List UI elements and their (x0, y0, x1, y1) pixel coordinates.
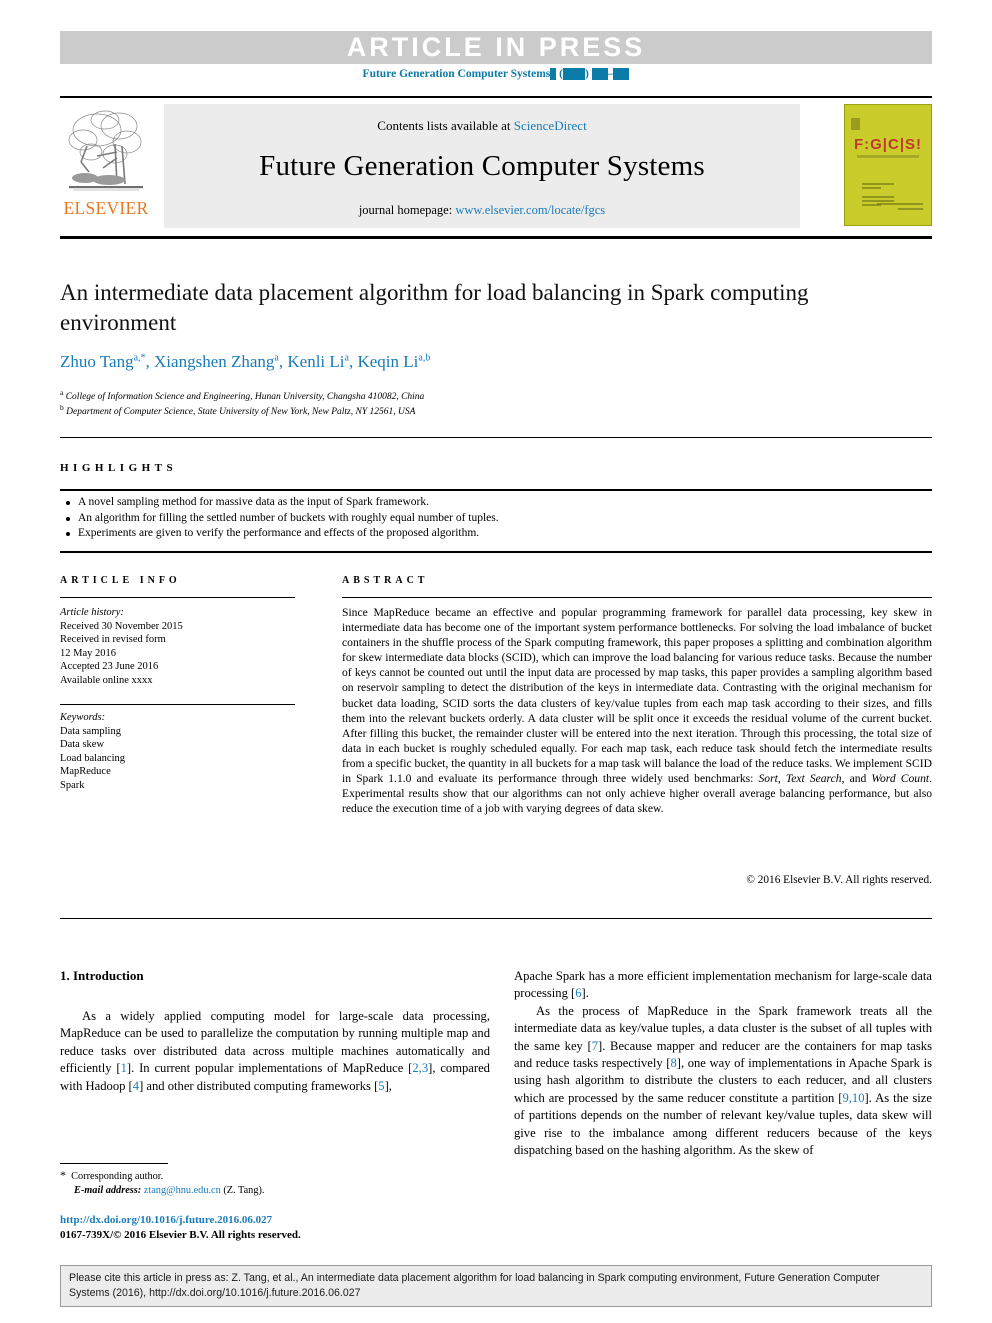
benchmark-text-search: Text Search (785, 772, 842, 786)
article-history-line: 12 May 2016 (60, 647, 116, 659)
journal-reference-line: Future Generation Computer Systems ( ) – (0, 68, 992, 80)
abstract-heading: ABSTRACT (342, 575, 429, 586)
highlights-list: A novel sampling method for massive data… (64, 495, 924, 542)
article-history-block: Article history: Received 30 November 20… (60, 606, 300, 687)
list-item: An algorithm for filling the settled num… (64, 511, 924, 527)
email-line: E-mail address: ztang@hnu.edu.cn (Z. Tan… (60, 1184, 490, 1198)
list-item: Experiments are given to verify the perf… (64, 526, 924, 542)
keyword-item: Spark (60, 779, 85, 791)
footnote-divider (60, 1163, 168, 1164)
article-in-press-title: ARTICLE IN PRESS (346, 32, 646, 62)
paragraph: As a widely applied computing model for … (60, 1009, 490, 1093)
elsevier-logo: ELSEVIER (60, 104, 152, 228)
citation-ref[interactable]: 7 (592, 1039, 598, 1053)
keyword-item: Data skew (60, 739, 105, 750)
footnote-block: * Corresponding author. E-mail address: … (60, 1168, 490, 1198)
body-column-right: Apache Spark has a more efficient implem… (514, 968, 932, 1159)
elsevier-tree-icon (67, 106, 145, 198)
cover-top-strip (850, 110, 926, 117)
cover-elsevier-tree-icon (851, 118, 860, 130)
issn-copyright-line: 0167-739X/© 2016 Elsevier B.V. All right… (60, 1228, 301, 1241)
paragraph: As the process of MapReduce in the Spark… (514, 1003, 932, 1158)
contents-available-line: Contents lists available at ScienceDirec… (164, 118, 800, 134)
abstract-copyright: © 2016 Elsevier B.V. All rights reserved… (746, 874, 932, 886)
highlights-top-divider (60, 437, 932, 438)
email-label: E-mail address: (74, 1185, 142, 1196)
keyword-item: Data sampling (60, 725, 121, 737)
contents-available-text: Contents lists available at (377, 118, 514, 133)
benchmark-sort: Sort (758, 772, 778, 786)
section-heading-introduction: 1. Introduction (60, 968, 144, 983)
journal-homepage-link[interactable]: www.elsevier.com/locate/fgcs (455, 203, 605, 217)
abstract-divider (342, 597, 932, 598)
masthead-center-panel: Contents lists available at ScienceDirec… (164, 104, 800, 228)
keyword-item: Load balancing (60, 752, 126, 764)
article-history-line: Available online xxxx (60, 674, 153, 686)
paper-page: ARTICLE IN PRESS Future Generation Compu… (0, 0, 992, 1323)
abstract-bottom-divider (60, 918, 932, 919)
elsevier-wordmark: ELSEVIER (63, 198, 149, 218)
journal-homepage-line: journal homepage: www.elsevier.com/locat… (164, 203, 800, 218)
abstract-text: Since MapReduce became an effective and … (342, 605, 932, 816)
list-item: A novel sampling method for massive data… (64, 495, 924, 511)
citation-ref[interactable]: 2,3 (412, 1061, 428, 1075)
body-column-left: As a widely applied computing model for … (60, 1008, 490, 1095)
email-suffix: (Z. Tang). (223, 1185, 265, 1196)
citation-notice-box: Please cite this article in press as: Z.… (60, 1265, 932, 1307)
redaction-block-year (562, 68, 585, 80)
asterisk-icon: * (60, 1168, 66, 1182)
corresponding-author-line: * Corresponding author. (60, 1168, 490, 1184)
keyword-item: MapReduce (60, 766, 111, 777)
page-title: An intermediate data placement algorithm… (60, 280, 809, 335)
article-info-divider (60, 597, 295, 598)
article-history-line: Accepted 23 June 2016 (60, 661, 159, 672)
journal-cover-thumbnail: F:G|C|S! (844, 104, 932, 226)
affiliation-b-text: Department of Computer Science, State Un… (66, 407, 416, 418)
highlights-mid-divider (60, 489, 932, 491)
article-history-line: Received in revised form (60, 634, 166, 645)
email-link[interactable]: ztang@hnu.edu.cn (144, 1185, 221, 1196)
citation-ref[interactable]: 4 (133, 1079, 139, 1093)
citation-ref[interactable]: 5 (378, 1079, 384, 1093)
corresponding-author-text: Corresponding author. (71, 1171, 164, 1182)
article-history-line: Received 30 November 2015 (60, 620, 183, 632)
keywords-label: Keywords: (60, 712, 106, 723)
highlights-bottom-divider (60, 551, 932, 553)
affiliation-b: b Department of Computer Science, State … (60, 403, 416, 418)
keywords-block: Keywords: Data sampling Data skew Load b… (60, 711, 300, 792)
citation-ref[interactable]: 1 (121, 1061, 127, 1075)
abstract-sep-2: , and (841, 772, 872, 786)
benchmark-word-count: Word Count (871, 772, 930, 786)
doi-block: http://dx.doi.org/10.1016/j.future.2016.… (60, 1213, 500, 1242)
journal-masthead: ELSEVIER Contents lists available at Sci… (60, 96, 932, 228)
journal-reference-name: Future Generation Computer Systems (362, 68, 551, 80)
citation-ref[interactable]: 8 (670, 1056, 676, 1070)
journal-homepage-label: journal homepage: (358, 203, 456, 217)
doi-link[interactable]: http://dx.doi.org/10.1016/j.future.2016.… (60, 1214, 272, 1226)
abstract-part-1: Since MapReduce became an effective and … (342, 606, 932, 786)
journal-title: Future Generation Computer Systems (259, 150, 705, 182)
redaction-block-page-end (613, 68, 630, 80)
redaction-block-page-start (591, 68, 608, 80)
author-list: Zhuo Tanga,*, Xiangshen Zhanga, Kenli Li… (60, 352, 431, 371)
cover-fgcs-logo: F:G|C|S! (853, 136, 923, 153)
keywords-divider (60, 704, 295, 705)
cover-bottom-lines (877, 203, 923, 213)
title-divider (60, 236, 932, 239)
paragraph: Apache Spark has a more efficient implem… (514, 969, 932, 1001)
article-info-heading: ARTICLE INFO (60, 575, 181, 586)
abstract-sep-1: , (777, 772, 786, 786)
highlights-heading: HIGHLIGHTS (60, 462, 178, 474)
citation-ref[interactable]: 6 (575, 986, 581, 1000)
article-history-label: Article history: (60, 607, 124, 618)
cover-subtitle-bar (857, 155, 919, 158)
sciencedirect-link[interactable]: ScienceDirect (514, 118, 587, 133)
redaction-block-volume (550, 68, 557, 80)
citation-ref[interactable]: 9,10 (842, 1091, 864, 1105)
